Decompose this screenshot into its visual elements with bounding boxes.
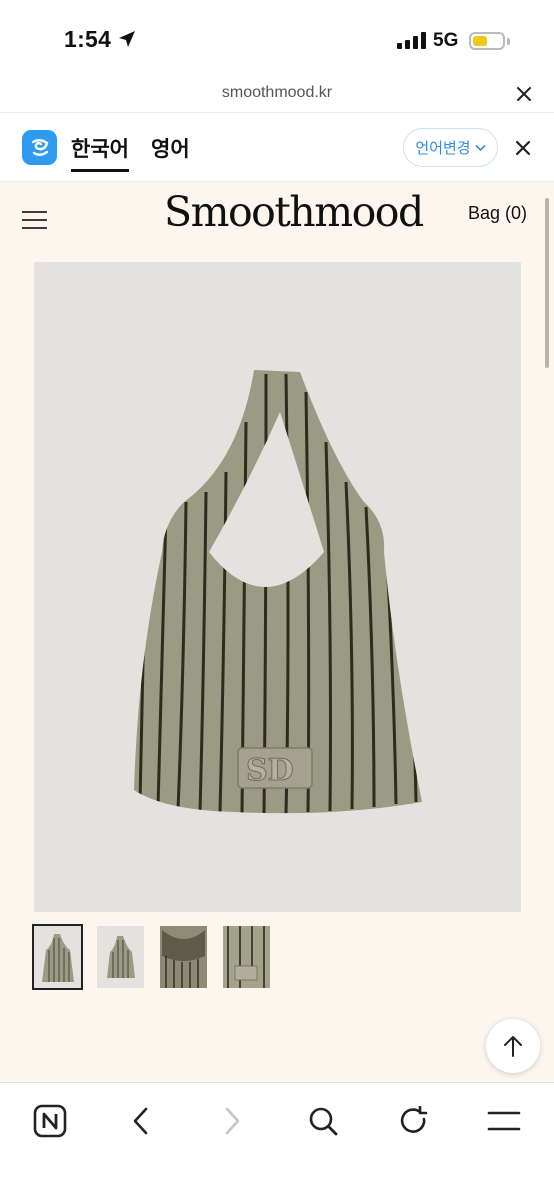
svg-text:SD: SD (246, 753, 294, 788)
close-icon[interactable] (516, 86, 532, 102)
search-button[interactable] (303, 1101, 343, 1141)
product-page: Smoothmood Bag (0) SD (0, 182, 554, 1082)
status-time: 1:54 (64, 26, 112, 52)
hamburger-menu-icon[interactable] (22, 210, 47, 230)
thumbnail-4[interactable] (223, 926, 270, 988)
change-language-button[interactable]: 언어변경 (403, 128, 498, 167)
thumbnail-3[interactable] (160, 926, 207, 988)
thumbnail-1[interactable] (32, 924, 83, 990)
scroll-to-top-button[interactable] (486, 1019, 540, 1073)
reload-button[interactable] (394, 1101, 434, 1141)
scrollbar[interactable] (545, 198, 549, 368)
network-label: 5G (433, 30, 459, 51)
menu-icon (487, 1111, 521, 1131)
bag-link[interactable]: Bag (0) (468, 203, 527, 224)
browser-toolbar (0, 1082, 554, 1200)
url-domain[interactable]: smoothmood.kr (0, 84, 554, 102)
tote-bag-illustration: SD (134, 370, 422, 814)
back-button[interactable] (121, 1101, 161, 1141)
thumbnail-2[interactable] (97, 926, 144, 988)
back-icon (133, 1107, 148, 1135)
tab-korean[interactable]: 한국어 (71, 133, 129, 172)
naver-home-button[interactable] (30, 1101, 70, 1141)
translate-glyph-icon (31, 138, 48, 156)
tab-english[interactable]: 영어 (151, 133, 190, 163)
reload-icon (400, 1106, 428, 1133)
translate-app-icon (22, 130, 57, 165)
chevron-down-icon (475, 144, 486, 151)
url-bar[interactable]: smoothmood.kr (0, 80, 554, 110)
close-translate-icon[interactable] (515, 140, 531, 156)
thumbnail-strip (32, 924, 270, 990)
cellular-signal-icon (397, 32, 426, 49)
battery-icon (469, 32, 505, 50)
arrow-up-icon (504, 1036, 522, 1057)
battery-tip (507, 38, 510, 45)
forward-icon (225, 1107, 240, 1135)
change-language-label: 언어변경 (415, 140, 471, 157)
naver-home-icon (33, 1104, 67, 1138)
menu-button[interactable] (484, 1101, 524, 1141)
forward-button[interactable] (212, 1101, 252, 1141)
product-main-image[interactable]: SD (34, 262, 521, 912)
translate-bar: 한국어 영어 언어변경 (0, 112, 554, 182)
site-logo[interactable]: Smoothmood (164, 188, 424, 236)
status-bar: 1:54 5G (0, 0, 554, 80)
search-icon (309, 1107, 338, 1136)
location-arrow-icon (119, 31, 135, 47)
